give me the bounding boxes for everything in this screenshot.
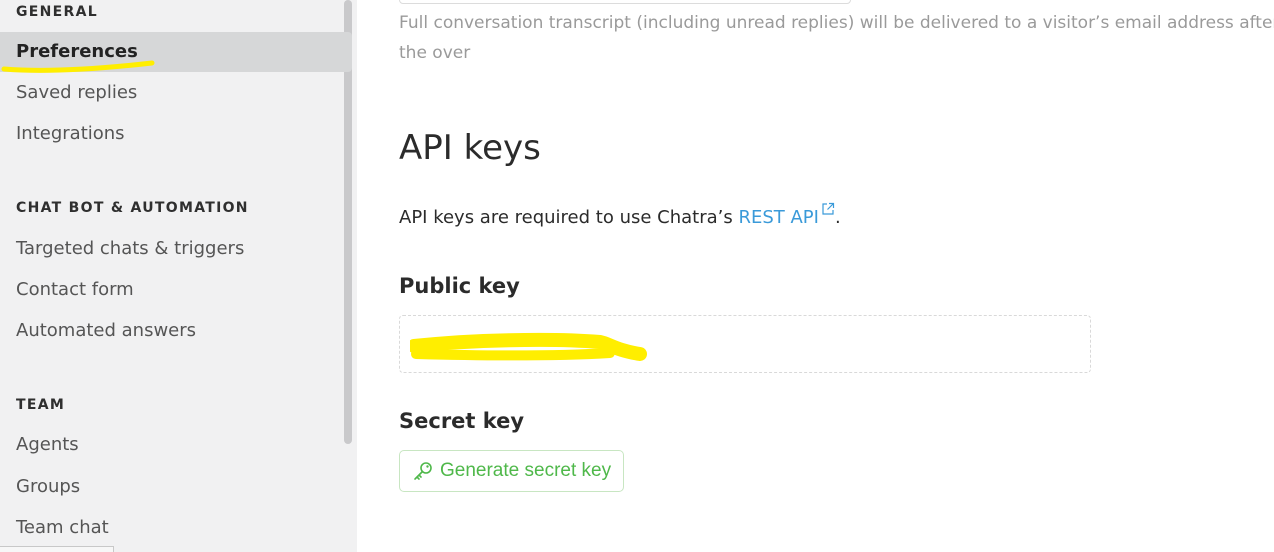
external-link-icon	[821, 200, 835, 221]
api-keys-description: API keys are required to use Chatra’s RE…	[399, 200, 841, 228]
sidebar-item-label: Integrations	[16, 123, 125, 144]
sidebar-item-label: Contact form	[16, 279, 134, 300]
app-window: GENERAL Preferences Saved replies Integr…	[0, 0, 1274, 552]
key-icon	[412, 460, 434, 482]
sidebar-item-label: Saved replies	[16, 82, 138, 103]
rest-api-link[interactable]: REST API	[738, 202, 835, 228]
generate-secret-key-label: Generate secret key	[440, 460, 612, 481]
public-key-label: Public key	[399, 274, 520, 298]
transcript-note: Full conversation transcript (including …	[399, 13, 1274, 63]
section-title-general: GENERAL	[16, 4, 98, 20]
api-desc-prefix: API keys are required to use Chatra’s	[399, 207, 739, 228]
bottom-panel-edge	[0, 546, 114, 552]
section-title-chat-bot-automation: CHAT BOT & AUTOMATION	[16, 200, 249, 216]
settings-sidebar: GENERAL Preferences Saved replies Integr…	[0, 0, 357, 552]
sidebar-item-label: Targeted chats & triggers	[16, 238, 245, 259]
public-key-field[interactable]	[399, 315, 1091, 373]
sidebar-item-targeted-chats[interactable]: Targeted chats & triggers	[0, 229, 352, 269]
api-desc-suffix: .	[834, 207, 841, 228]
sidebar-item-team-chat[interactable]: Team chat	[0, 508, 352, 548]
sidebar-item-automated-answers[interactable]: Automated answers	[0, 311, 352, 351]
secret-key-label: Secret key	[399, 409, 525, 433]
api-keys-heading: API keys	[399, 128, 541, 168]
public-key-redaction	[410, 332, 647, 361]
sidebar-item-label: Groups	[16, 476, 81, 497]
transcript-field-edge	[399, 0, 851, 4]
sidebar-item-integrations[interactable]: Integrations	[0, 114, 352, 154]
rest-api-link-text: REST API	[738, 207, 819, 228]
section-title-team: TEAM	[16, 397, 66, 413]
sidebar-item-label: Agents	[16, 434, 79, 455]
sidebar-item-label: Team chat	[16, 517, 109, 538]
generate-secret-key-button[interactable]: Generate secret key	[399, 450, 625, 492]
sidebar-item-contact-form[interactable]: Contact form	[0, 270, 352, 310]
sidebar-item-saved-replies[interactable]: Saved replies	[0, 73, 352, 113]
sidebar-item-label: Automated answers	[16, 320, 197, 341]
sidebar-item-agents[interactable]: Agents	[0, 425, 352, 465]
sidebar-item-preferences[interactable]: Preferences	[0, 32, 352, 73]
sidebar-item-groups[interactable]: Groups	[0, 467, 352, 507]
sidebar-item-label: Preferences	[16, 41, 138, 62]
settings-main: Full conversation transcript (including …	[357, 0, 1274, 552]
